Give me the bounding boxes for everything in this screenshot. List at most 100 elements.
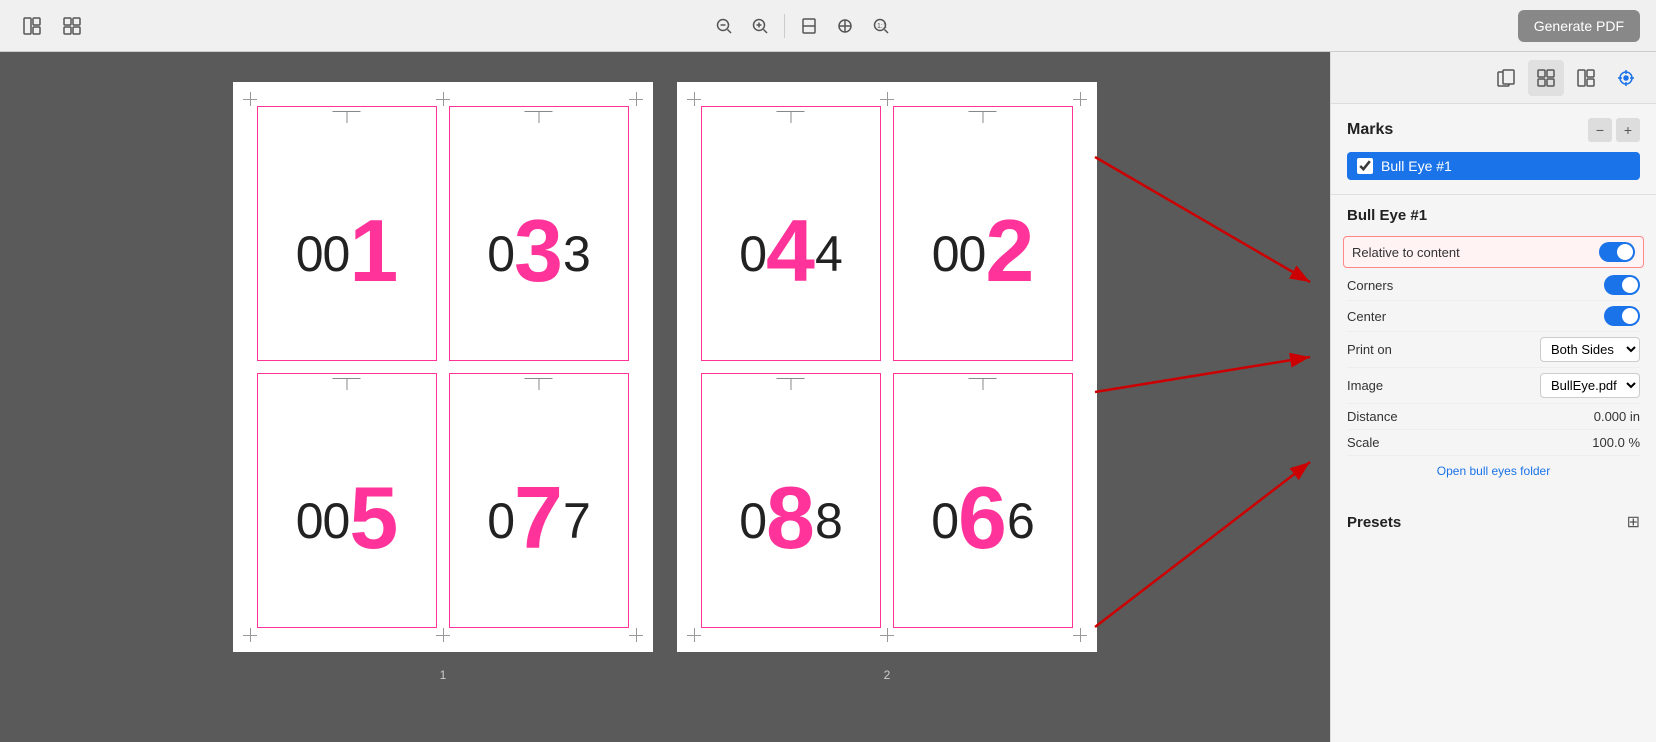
- marks-add-btn[interactable]: +: [1616, 118, 1640, 142]
- bull-eye-prop-title: Bull Eye #1: [1347, 207, 1640, 224]
- toolbar: 1:1 Generate PDF: [0, 0, 1656, 52]
- card-content-1-3: 005: [258, 390, 436, 627]
- divider: [784, 14, 785, 38]
- bull-eye-checkbox[interactable]: [1357, 158, 1373, 174]
- relative-label: Relative to content: [1352, 245, 1460, 260]
- fit-width-btn[interactable]: [829, 10, 861, 42]
- panel-grid-btn[interactable]: [1528, 60, 1564, 96]
- reg-mark-bl-2: [687, 628, 701, 642]
- pages-container: 001 033: [233, 82, 1097, 682]
- marks-remove-btn[interactable]: −: [1588, 118, 1612, 142]
- distance-row: Distance 0.000 in: [1347, 404, 1640, 430]
- print-on-label: Print on: [1347, 342, 1392, 357]
- image-label: Image: [1347, 378, 1383, 393]
- card-2-2: 002: [893, 106, 1073, 361]
- card-2-4: 066: [893, 373, 1073, 628]
- card-content-1-4: 077: [450, 390, 628, 627]
- panel-crosshair-btn[interactable]: [1608, 60, 1644, 96]
- corners-row: Corners: [1347, 270, 1640, 301]
- image-select[interactable]: BullEye.pdf: [1540, 373, 1640, 398]
- panel-icon-bar: [1331, 52, 1656, 104]
- card-content-1-2: 033: [450, 123, 628, 360]
- zoom-out-btn[interactable]: [708, 10, 740, 42]
- distance-label: Distance: [1347, 409, 1398, 424]
- card-content-2-4: 066: [894, 390, 1072, 627]
- toolbar-left: [16, 10, 88, 42]
- cards-grid-2: 044 002: [701, 106, 1073, 628]
- card-2-1: 044: [701, 106, 881, 361]
- scale-label: Scale: [1347, 435, 1380, 450]
- bull-eye-props: Bull Eye #1 Relative to content Corners …: [1331, 195, 1656, 498]
- reg-mark-bm-1: [436, 628, 450, 642]
- reg-mark-tr-2: [1073, 92, 1087, 106]
- zoom-in-btn[interactable]: [744, 10, 776, 42]
- cards-grid-1: 001 033: [257, 106, 629, 628]
- marks-header: Marks − +: [1347, 118, 1640, 142]
- card-1-1: 001: [257, 106, 437, 361]
- card-2-3: 088: [701, 373, 881, 628]
- card-1-2: 033: [449, 106, 629, 361]
- panel-copy-layout-btn[interactable]: [1488, 60, 1524, 96]
- card-content-2-1: 044: [702, 123, 880, 360]
- marks-section: Marks − + Bull Eye #1: [1331, 104, 1656, 195]
- reg-mark-bm-2: [880, 628, 894, 642]
- svg-text:1:1: 1:1: [877, 23, 887, 30]
- corners-toggle[interactable]: [1604, 275, 1640, 295]
- page-2-wrapper: 044 002: [677, 82, 1097, 682]
- distance-value: 0.000 in: [1594, 409, 1640, 424]
- card-content-2-3: 088: [702, 390, 880, 627]
- toolbar-right: Generate PDF: [1518, 10, 1640, 42]
- reg-mark-tm-1: [436, 92, 450, 106]
- page-1-wrapper: 001 033: [233, 82, 653, 682]
- card-reg-2-3: [791, 378, 792, 390]
- image-row: Image BullEye.pdf: [1347, 368, 1640, 404]
- card-reg-1-1: [347, 111, 348, 123]
- page-1: 001 033: [233, 82, 653, 652]
- toolbar-center: 1:1: [96, 10, 1510, 42]
- imposition-icon-btn[interactable]: [16, 10, 48, 42]
- page-1-label: 1: [440, 668, 447, 682]
- open-folder-link[interactable]: Open bull eyes folder: [1347, 456, 1640, 486]
- relative-toggle[interactable]: [1599, 242, 1635, 262]
- reg-mark-br-1: [629, 628, 643, 642]
- marks-actions: − +: [1588, 118, 1640, 142]
- card-content-2-2: 002: [894, 123, 1072, 360]
- page-2: 044 002: [677, 82, 1097, 652]
- canvas-area: 001 033: [0, 52, 1330, 742]
- relative-to-content-row: Relative to content: [1343, 236, 1644, 268]
- main-content: 001 033: [0, 52, 1656, 742]
- reg-mark-tl-1: [243, 92, 257, 106]
- fit-page-btn[interactable]: [793, 10, 825, 42]
- card-1-4: 077: [449, 373, 629, 628]
- card-content-1-1: 001: [258, 123, 436, 360]
- bull-eye-label: Bull Eye #1: [1381, 158, 1452, 174]
- presets-grid-icon: ⊞: [1627, 512, 1640, 532]
- card-reg-1-4: [539, 378, 540, 390]
- panel-column-btn[interactable]: [1568, 60, 1604, 96]
- center-toggle[interactable]: [1604, 306, 1640, 326]
- generate-pdf-btn[interactable]: Generate PDF: [1518, 10, 1640, 42]
- reg-mark-tl-2: [687, 92, 701, 106]
- reg-mark-tr-1: [629, 92, 643, 106]
- card-reg-2-4: [983, 378, 984, 390]
- card-reg-1-2: [539, 111, 540, 123]
- print-on-row: Print on Both Sides Front Only Back Only: [1347, 332, 1640, 368]
- presets-title: Presets: [1347, 514, 1401, 531]
- grid-icon-btn[interactable]: [56, 10, 88, 42]
- bull-eye-mark-item[interactable]: Bull Eye #1: [1347, 152, 1640, 180]
- marks-title: Marks: [1347, 121, 1393, 139]
- corners-label: Corners: [1347, 278, 1393, 293]
- scale-row: Scale 100.0 %: [1347, 430, 1640, 456]
- center-label: Center: [1347, 309, 1386, 324]
- card-reg-1-3: [347, 378, 348, 390]
- reg-mark-bl-1: [243, 628, 257, 642]
- zoom-actual-btn[interactable]: 1:1: [865, 10, 897, 42]
- reg-mark-br-2: [1073, 628, 1087, 642]
- reg-mark-tm-2: [880, 92, 894, 106]
- print-on-select[interactable]: Both Sides Front Only Back Only: [1540, 337, 1640, 362]
- card-reg-2-2: [983, 111, 984, 123]
- page-2-label: 2: [884, 668, 891, 682]
- card-1-3: 005: [257, 373, 437, 628]
- center-row: Center: [1347, 301, 1640, 332]
- right-panel: Marks − + Bull Eye #1 Bull Eye #1 Relati…: [1330, 52, 1656, 742]
